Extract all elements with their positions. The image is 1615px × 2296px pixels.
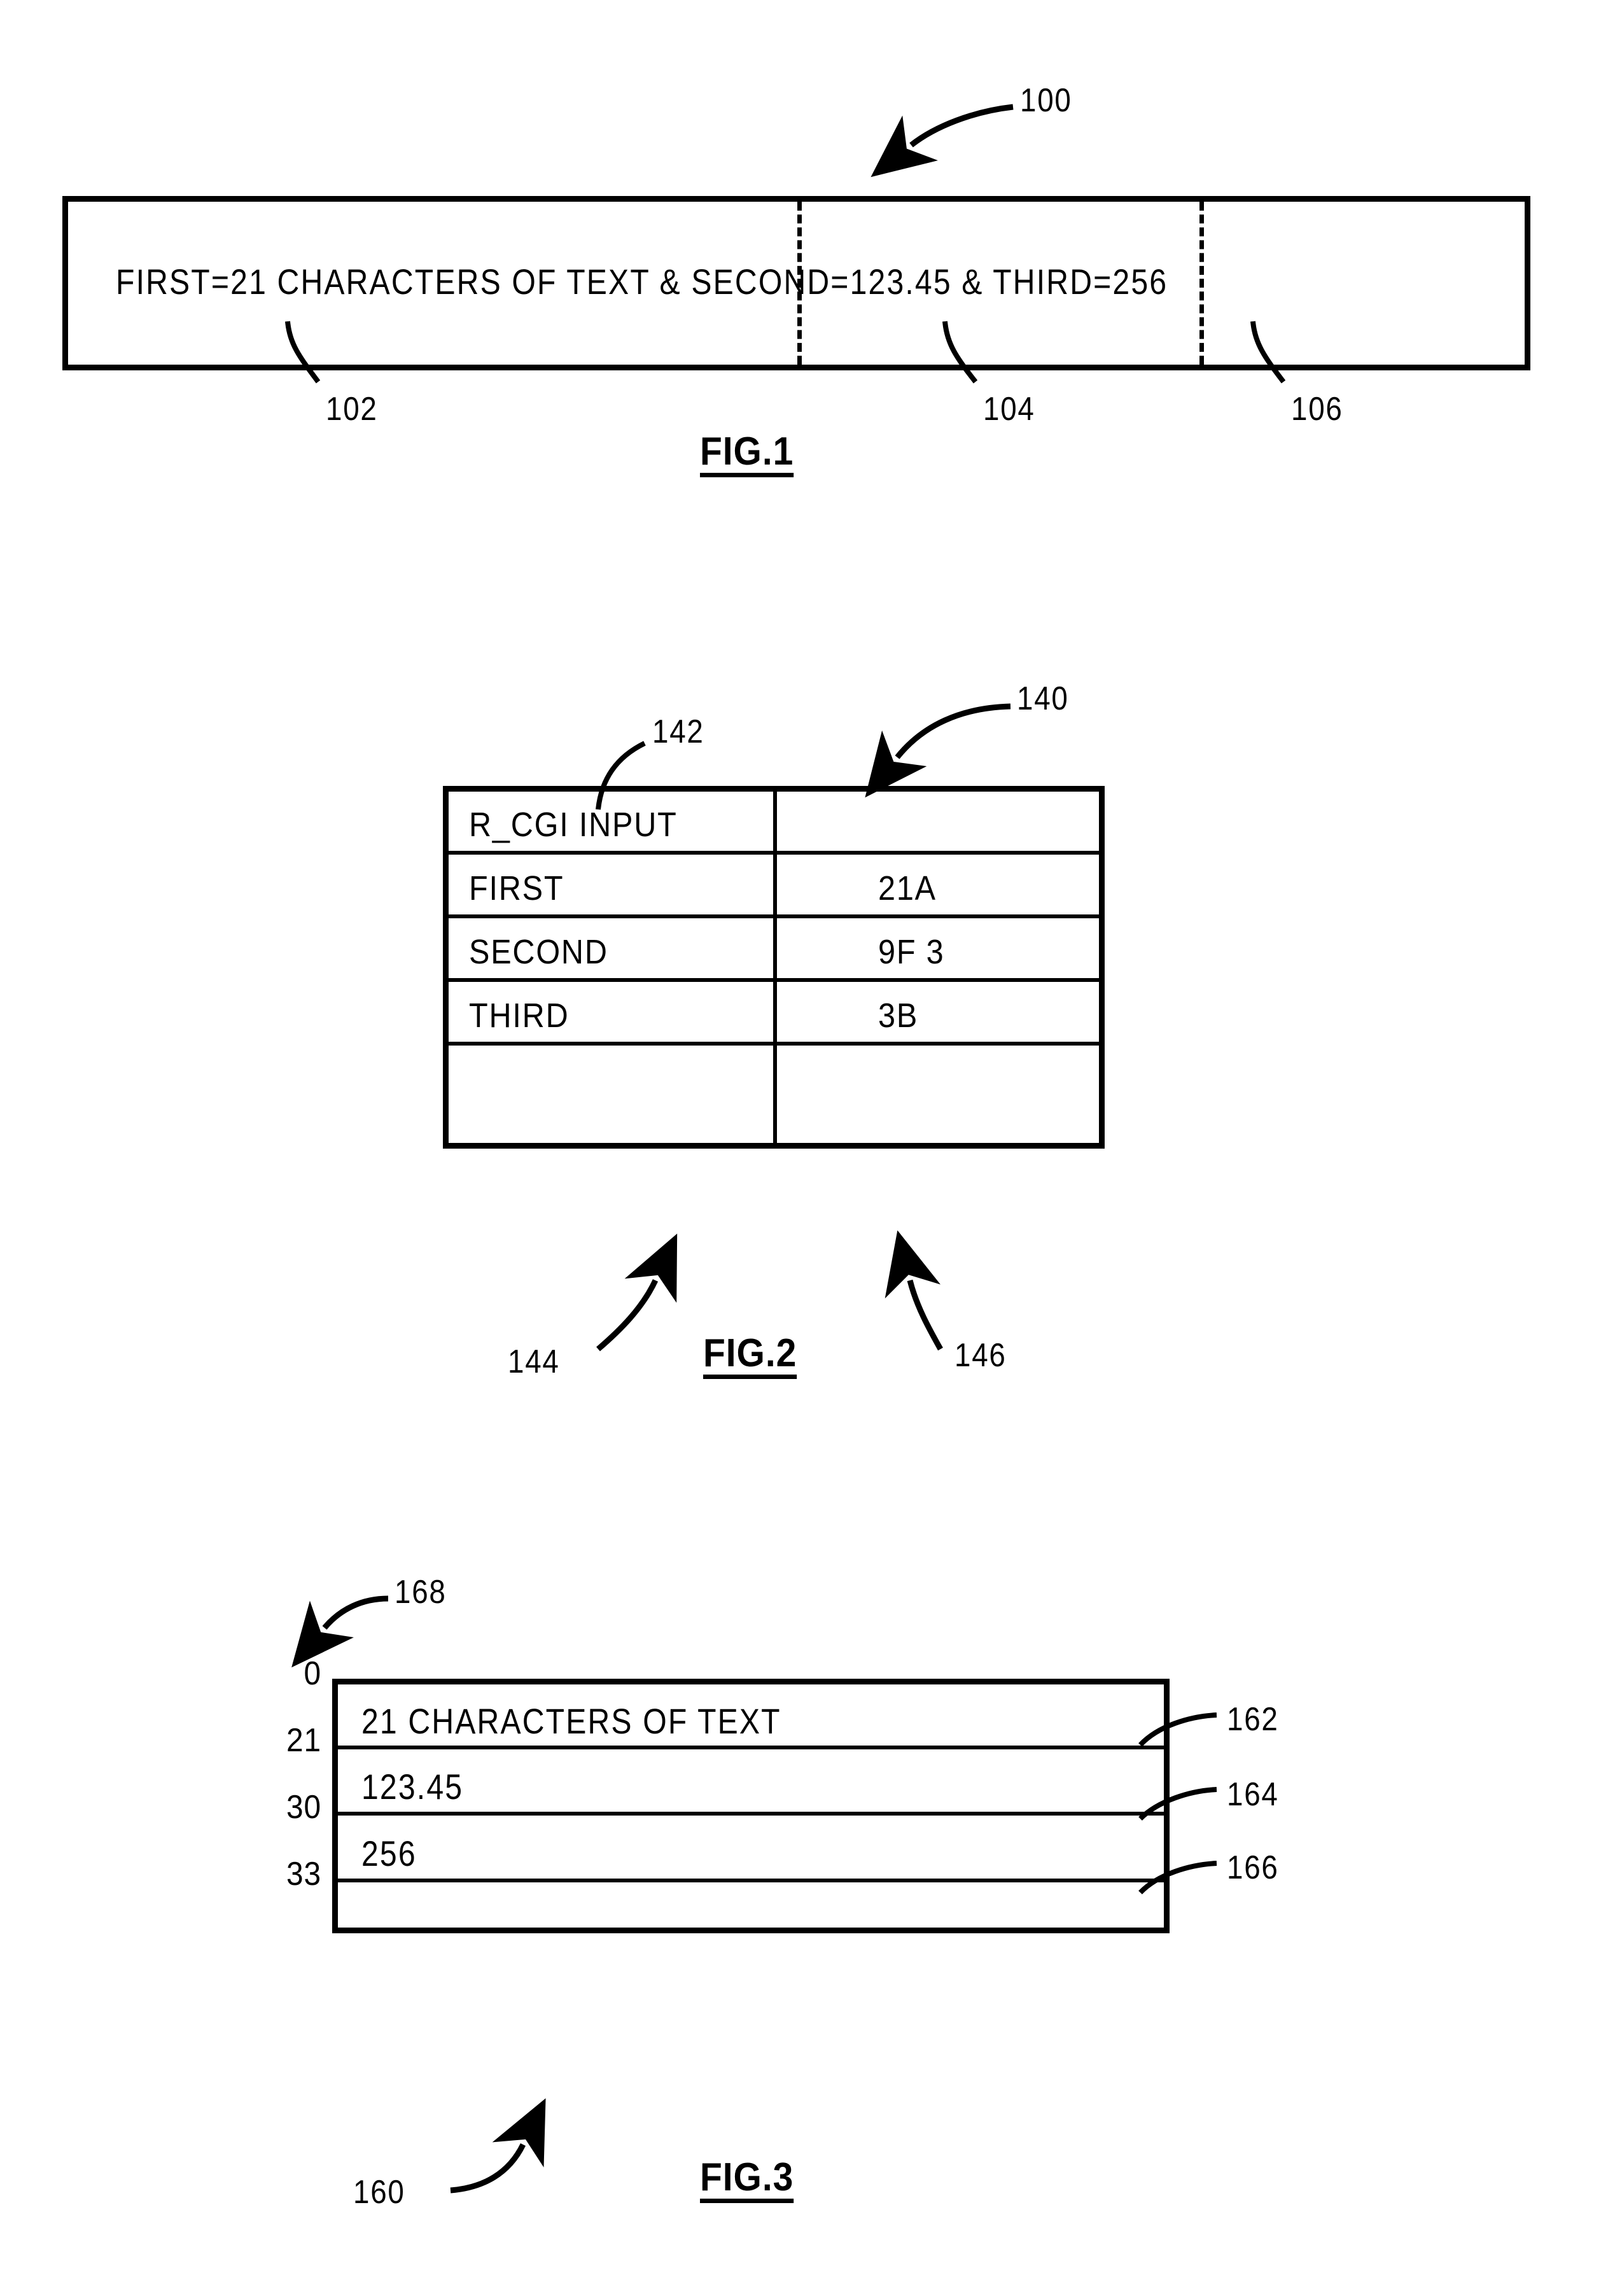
fig2-cell-right-3: 3B xyxy=(878,997,919,1035)
fig3-row-separator-3 xyxy=(335,1879,1167,1882)
fig2-caption: FIG.2 xyxy=(703,1333,797,1380)
fig2-ref-144: 144 xyxy=(508,1343,560,1380)
fig2-leader-144 xyxy=(596,1233,678,1352)
fig3-row-separator-1 xyxy=(335,1746,1167,1749)
fig3-caption: FIG.3 xyxy=(700,2157,794,2204)
fig3-ref-160: 160 xyxy=(353,2174,405,2211)
fig1-ref-102: 102 xyxy=(326,391,378,428)
fig3-ref-168: 168 xyxy=(395,1574,447,1611)
fig3-offset-30: 30 xyxy=(286,1789,321,1826)
fig2-ref-140: 140 xyxy=(1017,680,1069,717)
fig3-ref-162: 162 xyxy=(1227,1701,1279,1738)
fig1-ref-100: 100 xyxy=(1020,82,1072,119)
fig2-ref-146: 146 xyxy=(954,1337,1007,1374)
fig2-cell-right-2: 9F 3 xyxy=(878,933,945,971)
fig2-leader-140 xyxy=(865,703,1011,798)
fig2-cell-left-1: FIRST xyxy=(469,869,564,907)
fig1-ref-106: 106 xyxy=(1291,391,1343,428)
fig2-column-divider xyxy=(773,789,777,1145)
fig2-cell-left-0: R_CGI INPUT xyxy=(469,806,678,844)
fig2-cell-left-3: THIRD xyxy=(469,997,570,1035)
fig3-offset-21: 21 xyxy=(286,1722,321,1759)
fig3-ref-164: 164 xyxy=(1227,1776,1279,1813)
fig2-ref-142: 142 xyxy=(652,713,704,750)
fig2-leader-146 xyxy=(884,1230,943,1351)
fig1-leader-100 xyxy=(870,104,1014,178)
fig1-query-string-text: FIRST=21 CHARACTERS OF TEXT & SECOND=123… xyxy=(116,262,1168,302)
fig3-leader-160 xyxy=(450,2098,546,2194)
fig3-offset-33: 33 xyxy=(286,1856,321,1893)
fig3-row-text-1: 123.45 xyxy=(361,1767,464,1807)
fig1-divider-dashed-2 xyxy=(1199,202,1204,365)
fig1-ref-104: 104 xyxy=(983,391,1035,428)
fig3-row-separator-2 xyxy=(335,1812,1167,1816)
fig3-row-text-2: 256 xyxy=(361,1833,417,1873)
fig3-row-text-0: 21 CHARACTERS OF TEXT xyxy=(361,1701,781,1741)
patent-drawing-sheet: FIRST=21 CHARACTERS OF TEXT & SECOND=123… xyxy=(0,0,1615,2296)
fig2-cell-right-1: 21A xyxy=(878,869,937,907)
fig3-leader-168 xyxy=(291,1595,389,1668)
fig3-ref-166: 166 xyxy=(1227,1849,1279,1886)
fig2-cell-left-2: SECOND xyxy=(469,933,608,971)
fig1-caption: FIG.1 xyxy=(700,431,794,478)
fig3-offset-0: 0 xyxy=(304,1655,321,1692)
